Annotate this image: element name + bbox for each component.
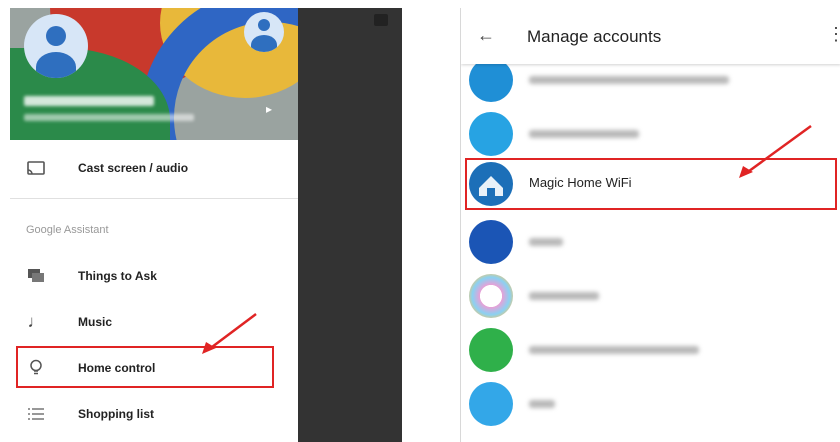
manage-accounts-screenshot: ← Manage accounts ⋮ Magic Home WiFi: [460, 8, 840, 442]
account-row[interactable]: [461, 214, 840, 270]
account-row[interactable]: [461, 376, 840, 432]
section-label: Google Assistant: [26, 224, 109, 236]
menu-item-label: Cast screen / audio: [78, 161, 189, 175]
assistant-drawer-screenshot: ▸ Cast screen / audio Google Assistant T…: [10, 8, 402, 442]
back-arrow-icon[interactable]: ←: [477, 25, 495, 46]
app-bar: ← Manage accounts ⋮: [461, 8, 840, 64]
menu-item-label: Shopping list: [78, 407, 154, 421]
navigation-drawer: ▸ Cast screen / audio Google Assistant T…: [10, 8, 298, 442]
user-name-blurred: [24, 96, 154, 106]
account-row[interactable]: [461, 322, 840, 378]
dimmed-background: [298, 8, 402, 442]
right-red-arrow-icon: [739, 124, 812, 178]
left-red-arrow-icon: [202, 313, 257, 354]
account-row[interactable]: [461, 268, 840, 324]
menu-item-shopping-list[interactable]: Shopping list: [10, 396, 298, 432]
music-note-icon: ♩: [27, 312, 45, 331]
chat-icon: [26, 266, 46, 286]
secondary-account-avatar[interactable]: [244, 12, 284, 52]
page-title: Manage accounts: [527, 27, 662, 46]
account-switch-chevron-icon[interactable]: ▸: [266, 102, 272, 116]
user-email-blurred: [24, 114, 194, 121]
menu-item-label: Music: [78, 315, 113, 329]
menu-item-things-to-ask[interactable]: Things to Ask: [10, 258, 298, 294]
list-icon: [26, 404, 46, 424]
profile-avatar[interactable]: [24, 14, 88, 78]
cast-icon: [26, 158, 46, 178]
drawer-divider: [10, 198, 298, 199]
menu-item-cast[interactable]: Cast screen / audio: [10, 150, 298, 186]
overflow-menu-icon[interactable]: ⋮: [827, 24, 840, 45]
menu-item-label: Things to Ask: [78, 269, 157, 283]
drawer-header: ▸: [10, 8, 298, 140]
